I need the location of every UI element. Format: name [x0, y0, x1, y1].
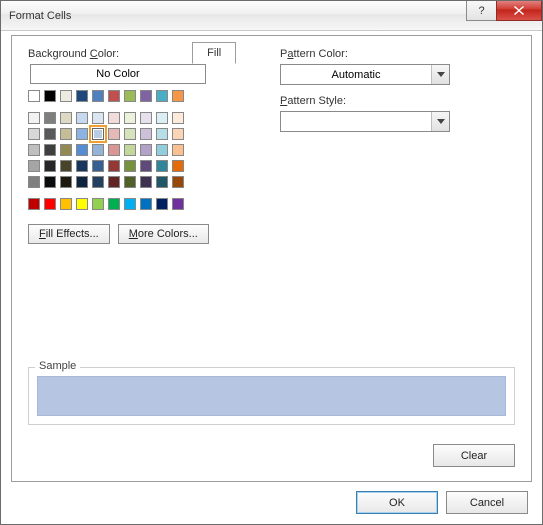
- color-swatch[interactable]: [60, 128, 72, 140]
- color-swatch[interactable]: [28, 112, 40, 124]
- color-swatch[interactable]: [172, 144, 184, 156]
- color-swatch[interactable]: [28, 198, 40, 210]
- color-swatch[interactable]: [124, 90, 136, 102]
- color-swatch[interactable]: [92, 176, 104, 188]
- color-swatch[interactable]: [108, 90, 120, 102]
- color-swatch[interactable]: [28, 90, 40, 102]
- color-swatch[interactable]: [140, 198, 152, 210]
- fill-effects-button[interactable]: Fill Effects...: [28, 224, 110, 244]
- color-swatch[interactable]: [60, 112, 72, 124]
- color-swatch[interactable]: [156, 112, 168, 124]
- close-button[interactable]: [496, 1, 542, 21]
- color-swatch[interactable]: [124, 128, 136, 140]
- color-swatch[interactable]: [92, 198, 104, 210]
- color-swatch[interactable]: [92, 160, 104, 172]
- color-swatch[interactable]: [172, 198, 184, 210]
- color-swatch[interactable]: [76, 160, 88, 172]
- titlebar[interactable]: Format Cells ?: [1, 1, 542, 31]
- color-swatch[interactable]: [108, 198, 120, 210]
- color-swatch[interactable]: [28, 160, 40, 172]
- sample-swatch: [37, 376, 506, 416]
- color-swatch[interactable]: [156, 144, 168, 156]
- color-swatch[interactable]: [76, 176, 88, 188]
- color-swatch[interactable]: [76, 128, 88, 140]
- color-swatch[interactable]: [124, 144, 136, 156]
- color-palette: [28, 90, 258, 210]
- color-swatch[interactable]: [172, 128, 184, 140]
- color-swatch[interactable]: [172, 176, 184, 188]
- color-swatch[interactable]: [108, 144, 120, 156]
- color-swatch[interactable]: [60, 144, 72, 156]
- format-cells-dialog: Format Cells ? NumberFontBorderFill Back…: [0, 0, 543, 525]
- pattern-color-value: Automatic: [281, 69, 431, 81]
- color-swatch[interactable]: [140, 128, 152, 140]
- chevron-down-icon: [431, 65, 449, 84]
- chevron-down-icon: [431, 112, 449, 131]
- color-swatch[interactable]: [44, 160, 56, 172]
- color-swatch[interactable]: [140, 90, 152, 102]
- color-swatch[interactable]: [156, 90, 168, 102]
- fill-tab-content: Background Color: No Color Fill Effects.…: [11, 35, 532, 482]
- pattern-color-label: Pattern Color:: [280, 48, 510, 60]
- pattern-color-combo[interactable]: Automatic: [280, 64, 450, 85]
- color-swatch[interactable]: [140, 176, 152, 188]
- color-swatch[interactable]: [76, 144, 88, 156]
- color-swatch[interactable]: [140, 112, 152, 124]
- color-swatch[interactable]: [60, 160, 72, 172]
- color-swatch[interactable]: [92, 144, 104, 156]
- color-swatch[interactable]: [108, 176, 120, 188]
- sample-group: Sample: [28, 367, 515, 425]
- color-swatch[interactable]: [76, 90, 88, 102]
- color-swatch[interactable]: [140, 144, 152, 156]
- color-swatch[interactable]: [108, 112, 120, 124]
- color-swatch[interactable]: [172, 160, 184, 172]
- color-swatch[interactable]: [44, 144, 56, 156]
- color-swatch[interactable]: [28, 128, 40, 140]
- color-swatch[interactable]: [44, 176, 56, 188]
- color-swatch[interactable]: [124, 198, 136, 210]
- clear-button[interactable]: Clear: [433, 444, 515, 467]
- color-swatch[interactable]: [108, 128, 120, 140]
- color-swatch[interactable]: [124, 176, 136, 188]
- color-swatch[interactable]: [92, 90, 104, 102]
- color-swatch[interactable]: [44, 198, 56, 210]
- color-swatch[interactable]: [172, 90, 184, 102]
- help-button[interactable]: ?: [466, 1, 496, 21]
- color-swatch[interactable]: [76, 112, 88, 124]
- sample-label: Sample: [35, 360, 80, 372]
- color-swatch[interactable]: [28, 176, 40, 188]
- color-swatch[interactable]: [92, 112, 104, 124]
- color-swatch[interactable]: [124, 112, 136, 124]
- color-swatch[interactable]: [108, 160, 120, 172]
- tab-fill[interactable]: Fill: [192, 42, 236, 64]
- color-swatch[interactable]: [140, 160, 152, 172]
- color-swatch[interactable]: [92, 128, 104, 140]
- more-colors-button[interactable]: More Colors...: [118, 224, 209, 244]
- color-swatch[interactable]: [44, 128, 56, 140]
- color-swatch[interactable]: [44, 90, 56, 102]
- window-title: Format Cells: [9, 10, 71, 22]
- pattern-style-combo[interactable]: [280, 111, 450, 132]
- color-swatch[interactable]: [28, 144, 40, 156]
- color-swatch[interactable]: [156, 128, 168, 140]
- color-swatch[interactable]: [60, 90, 72, 102]
- color-swatch[interactable]: [124, 160, 136, 172]
- color-swatch[interactable]: [76, 198, 88, 210]
- color-swatch[interactable]: [156, 198, 168, 210]
- color-swatch[interactable]: [156, 160, 168, 172]
- cancel-button[interactable]: Cancel: [446, 491, 528, 514]
- ok-button[interactable]: OK: [356, 491, 438, 514]
- color-swatch[interactable]: [156, 176, 168, 188]
- color-swatch[interactable]: [44, 112, 56, 124]
- pattern-style-label: Pattern Style:: [280, 95, 510, 107]
- color-swatch[interactable]: [60, 198, 72, 210]
- color-swatch[interactable]: [172, 112, 184, 124]
- color-swatch[interactable]: [60, 176, 72, 188]
- no-color-button[interactable]: No Color: [30, 64, 206, 84]
